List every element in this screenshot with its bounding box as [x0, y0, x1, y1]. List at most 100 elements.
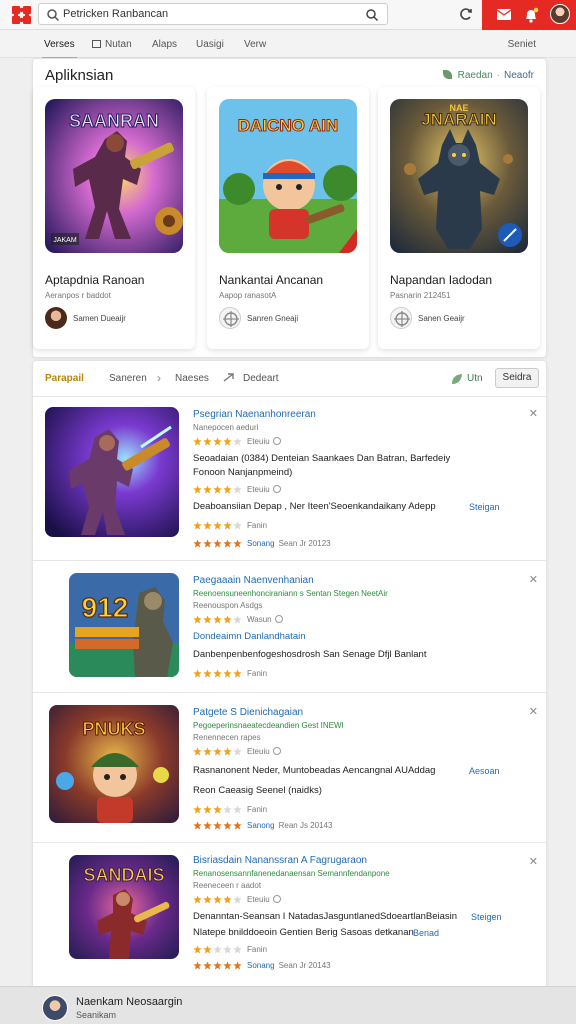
tab-nutan[interactable]: Nutan	[92, 39, 132, 50]
profile-name[interactable]: Naenkam Neosaargin	[76, 996, 182, 1008]
star-icon	[233, 805, 242, 814]
description-line: Danbenpenbenfogeshosdrosh San Senage Dfj…	[193, 649, 427, 660]
bell-icon[interactable]	[522, 6, 540, 24]
rating-label: Sonang	[247, 961, 275, 970]
tab-uasigi[interactable]: Uasigi	[196, 39, 224, 50]
mail-icon[interactable]	[496, 8, 512, 21]
app-title[interactable]: Bisriasdain Nananssran A Fagrugaraon	[193, 855, 367, 866]
profile-bar: Naenkam Neosaargin Seanikam	[0, 986, 576, 1024]
star-icon	[193, 805, 202, 814]
app-list-section: Parapail Saneren › Naeses Dedeart Utn Se…	[32, 360, 548, 990]
release-date: Sean Jr 20143	[278, 961, 331, 970]
description-line: Denanntan-Seansan I NatadasJasguntlanedS…	[193, 911, 458, 922]
rating-stars: Fanin	[193, 805, 267, 815]
star-icon	[233, 895, 242, 904]
list-item[interactable]: ✕ Psegrian Naenanhonreeran Nanepocen aed…	[33, 397, 548, 561]
star-icon	[223, 961, 232, 970]
install-link[interactable]: Steigan	[469, 502, 500, 512]
star-icon	[223, 945, 232, 954]
rating-label: Eteuiu	[247, 485, 270, 494]
breadcrumb-item[interactable]: Saneren	[109, 373, 147, 384]
secondary-link[interactable]: Benad	[413, 928, 439, 938]
app-title[interactable]: Patgete S Dienichagaian	[193, 707, 303, 718]
close-icon[interactable]: ✕	[529, 407, 538, 420]
profile-subtitle: Seanikam	[76, 1010, 117, 1020]
puzzle-logo-icon[interactable]	[10, 4, 34, 26]
rating-label: Wasun	[247, 615, 272, 624]
star-icon	[213, 961, 222, 970]
leaf-icon	[442, 70, 452, 79]
description-line: Reon Caeasig Seenel (naidks)	[193, 785, 322, 796]
raedan-link[interactable]: Raedan	[458, 70, 493, 81]
svg-text:912: 912	[82, 592, 129, 623]
star-icon	[233, 437, 242, 446]
leaf-icon	[451, 373, 463, 385]
rating-stars: Wasun	[193, 615, 283, 625]
app-artwork: DAICNO AIN	[219, 99, 357, 253]
search-input[interactable]: Petricken Ranbancan	[63, 8, 168, 20]
rating-stars: Sanong Rean Js 20143	[193, 821, 332, 831]
breadcrumb-item[interactable]: Naeses	[175, 373, 209, 384]
featured-actions: Raedan · Neaofr	[442, 70, 534, 81]
user-avatar[interactable]	[550, 4, 570, 24]
tab-alaps[interactable]: Alaps	[152, 39, 177, 50]
featured-app-card[interactable]: DAICNO AIN Nankantai Ancanan Aapop ranas…	[207, 87, 369, 349]
star-icon	[213, 437, 222, 446]
description-line: Rasnanonent Neder, Muntobeadas Aencangna…	[193, 765, 436, 776]
breadcrumb-item[interactable]: Parapail	[45, 373, 84, 384]
app-subtitle: Pegoeperinsnaeatecdeandien Gest INEWI	[193, 721, 344, 730]
install-link[interactable]: Aesoan	[469, 766, 500, 776]
app-artwork: JNARAIN NAE	[390, 99, 528, 253]
star-icon	[213, 821, 222, 830]
seidra-button[interactable]: Seidra	[495, 368, 539, 388]
list-item[interactable]: SANDAIS ✕ Bisriasdain Nananssran A Fagru…	[33, 843, 548, 989]
star-icon	[193, 895, 202, 904]
install-link[interactable]: Steigen	[471, 912, 502, 922]
featured-app-card[interactable]: SAANRAN JAKAM Aptapdnia Ranoan Aeranpos …	[33, 87, 195, 349]
list-item[interactable]: PNUKS ✕ Patgete S Dienichagaian Pegoeper…	[33, 693, 548, 843]
star-icon	[213, 539, 222, 548]
close-icon[interactable]: ✕	[529, 573, 538, 586]
star-icon	[203, 747, 212, 756]
release-date: Sean Jr 20123	[278, 539, 331, 548]
rating-stars: Fanin	[193, 521, 267, 531]
featured-app-card[interactable]: JNARAIN NAE Napandan Iadodan Pasnarin 21…	[378, 87, 540, 349]
app-title[interactable]: Paegaaain Naenvenhanian	[193, 575, 314, 586]
featured-section: Apliknsian Raedan · Neaofr SAANRAN JAKAM A…	[32, 58, 547, 358]
breadcrumb-item[interactable]: Dedeart	[243, 373, 279, 384]
description-line: Dondeaimn Danlandhatain	[193, 631, 306, 642]
star-icon	[223, 805, 232, 814]
list-item[interactable]: 912 ✕ Paegaaain Naenvenhanian Reenoensun…	[33, 561, 548, 693]
tab-seniet[interactable]: Seniet	[508, 39, 536, 50]
rating-label: Eteuiu	[247, 747, 270, 756]
svg-text:PNUKS: PNUKS	[82, 719, 145, 739]
info-icon	[272, 437, 281, 445]
close-icon[interactable]: ✕	[529, 855, 538, 868]
profile-avatar[interactable]	[42, 995, 68, 1021]
star-icon	[233, 539, 242, 548]
developer-avatar	[219, 307, 241, 329]
app-artwork: SAANRAN JAKAM	[45, 99, 183, 253]
star-icon	[203, 669, 212, 678]
refresh-icon[interactable]	[458, 6, 474, 22]
star-icon	[203, 961, 212, 970]
search-submit-icon[interactable]	[365, 8, 379, 22]
utn-link[interactable]: Utn	[467, 373, 483, 384]
search-bar[interactable]: Petricken Ranbancan	[38, 3, 388, 25]
star-icon	[203, 895, 212, 904]
neaofr-link[interactable]: Neaofr	[504, 70, 534, 81]
star-icon	[213, 521, 222, 530]
arrow-icon	[223, 372, 235, 382]
rating-stars: Eteuiu	[193, 747, 281, 757]
app-name: Nankantai Ancanan	[219, 273, 324, 287]
star-icon	[233, 521, 242, 530]
info-icon	[272, 485, 281, 493]
star-icon	[233, 821, 242, 830]
close-icon[interactable]: ✕	[529, 705, 538, 718]
tab-verw[interactable]: Verw	[244, 39, 266, 50]
app-title[interactable]: Psegrian Naenanhonreeran	[193, 409, 316, 420]
tab-verses[interactable]: Verses	[42, 39, 77, 59]
star-icon	[233, 945, 242, 954]
app-subtitle: Nanepocen aeduri	[193, 423, 259, 432]
info-icon	[272, 747, 281, 755]
